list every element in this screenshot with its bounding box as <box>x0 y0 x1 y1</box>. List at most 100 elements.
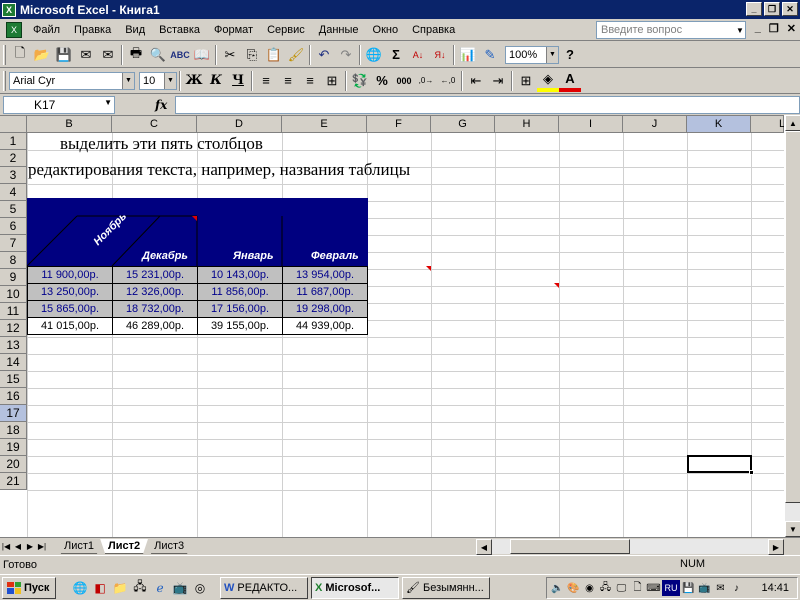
value-cell[interactable]: 19 298,00р. <box>282 300 368 318</box>
value-cell[interactable]: 15 231,00р. <box>112 266 198 284</box>
total-cell[interactable]: 44 939,00р. <box>282 317 368 335</box>
menu-tools[interactable]: Сервис <box>260 24 312 36</box>
value-cell[interactable]: 17 156,00р. <box>197 300 283 318</box>
task-word-button[interactable]: W РЕДАКТО... <box>220 576 308 599</box>
tray-app2-icon[interactable]: ◉ <box>582 580 597 596</box>
thousands-separator-button[interactable]: 000 <box>393 70 415 92</box>
row-header-3[interactable]: 3 <box>0 167 27 184</box>
value-cell[interactable]: 18 732,00р. <box>112 300 198 318</box>
value-cell[interactable]: 15 865,00р. <box>27 300 113 318</box>
font-name-dropdown-icon[interactable]: ▼ <box>122 72 134 89</box>
tray-monitor-icon[interactable]: 🖵 <box>614 580 629 596</box>
align-center-icon[interactable]: ≡ <box>277 70 299 92</box>
redo-icon[interactable]: ↷ <box>335 44 357 66</box>
spelling-icon[interactable]: ABC <box>169 44 191 66</box>
doc-restore-button[interactable]: ❐ <box>769 22 779 35</box>
quicklaunch-folder-icon[interactable]: 📁 <box>110 578 130 598</box>
first-sheet-icon[interactable]: |◀ <box>0 539 12 553</box>
font-name-select[interactable]: Arial Cyr ▼ <box>9 71 135 90</box>
last-sheet-icon[interactable]: ▶| <box>36 539 48 553</box>
zoom-select[interactable]: 100% ▼ <box>505 45 559 64</box>
worksheet-grid[interactable]: B C D E F G H I J K L 123456789101112131… <box>0 115 784 537</box>
row-header-16[interactable]: 16 <box>0 388 27 405</box>
tray-keyboard-icon[interactable]: ⌨ <box>646 580 661 596</box>
row-header-1[interactable]: 1 <box>0 133 27 150</box>
doc-close-button[interactable]: ✕ <box>787 22 796 35</box>
menu-format[interactable]: Формат <box>207 24 260 36</box>
column-header-i[interactable]: I <box>559 116 623 133</box>
volume-icon[interactable]: 🔈 <box>550 580 565 596</box>
row-header-7[interactable]: 7 <box>0 235 27 252</box>
percent-button[interactable]: % <box>371 70 393 92</box>
value-cell[interactable]: 13 954,00р. <box>282 266 368 284</box>
bold-button[interactable]: Ж <box>183 70 205 92</box>
column-header-l[interactable]: L <box>751 116 784 133</box>
merge-center-icon[interactable]: ⊞ <box>321 70 343 92</box>
task-paint-button[interactable]: 🖌 Безымянн... <box>402 576 490 599</box>
row-header-2[interactable]: 2 <box>0 150 27 167</box>
increase-decimal-icon[interactable]: ,0→ <box>415 70 437 92</box>
close-button[interactable]: ✕ <box>782 2 798 16</box>
print-preview-icon[interactable]: 🔍 <box>147 44 169 66</box>
row-header-19[interactable]: 19 <box>0 439 27 456</box>
autosum-icon[interactable]: Σ <box>385 44 407 66</box>
value-cell[interactable]: 11 687,00р. <box>282 283 368 301</box>
help-question-input[interactable]: Введите вопрос <box>596 21 746 39</box>
value-cell[interactable]: 11 900,00р. <box>27 266 113 284</box>
fill-color-icon[interactable]: ◈ <box>537 70 559 92</box>
total-cell[interactable]: 39 155,00р. <box>197 317 283 335</box>
help-dropdown-icon[interactable]: ▼ <box>734 22 746 38</box>
column-header-j[interactable]: J <box>623 116 687 133</box>
hyperlink-icon[interactable]: 🌐 <box>363 44 385 66</box>
quicklaunch-browser-icon[interactable]: 🌐 <box>70 578 90 598</box>
decrease-indent-icon[interactable]: ⇤ <box>465 70 487 92</box>
row-header-20[interactable]: 20 <box>0 456 27 473</box>
sort-ascending-icon[interactable]: A↓ <box>407 44 429 66</box>
select-all-corner[interactable] <box>0 116 27 133</box>
new-document-icon[interactable]: 🗋 <box>9 44 31 66</box>
sheet-tab-1[interactable]: Лист1 <box>56 539 102 554</box>
scroll-up-icon[interactable]: ▲ <box>785 115 800 131</box>
total-cell[interactable]: 46 289,00р. <box>112 317 198 335</box>
row-header-21[interactable]: 21 <box>0 473 27 490</box>
row-header-11[interactable]: 11 <box>0 303 27 320</box>
open-folder-icon[interactable]: 📂 <box>31 44 53 66</box>
research-icon[interactable]: 📖 <box>191 44 213 66</box>
document-icon[interactable]: X <box>6 21 22 38</box>
italic-button[interactable]: К <box>205 70 227 92</box>
formula-input[interactable] <box>175 96 800 114</box>
column-header-b[interactable]: B <box>27 116 112 133</box>
quicklaunch-ie-icon[interactable]: ℯ <box>150 578 170 598</box>
tray-app-icon[interactable]: 🎨 <box>566 580 581 596</box>
insert-function-icon[interactable]: fx <box>155 98 167 112</box>
font-size-dropdown-icon[interactable]: ▼ <box>164 72 176 89</box>
fill-handle[interactable] <box>749 470 754 475</box>
row-header-5[interactable]: 5 <box>0 201 27 218</box>
scroll-down-icon[interactable]: ▼ <box>785 521 800 537</box>
menu-data[interactable]: Данные <box>312 24 366 36</box>
menu-window[interactable]: Окно <box>366 24 406 36</box>
value-cell[interactable]: 10 143,00р. <box>197 266 283 284</box>
language-indicator[interactable]: RU <box>662 580 680 596</box>
drawing-icon[interactable]: ✎ <box>479 44 501 66</box>
underline-button[interactable]: Ч <box>227 70 249 92</box>
menu-insert[interactable]: Вставка <box>152 24 207 36</box>
comment-indicator-c5[interactable] <box>192 216 197 221</box>
horizontal-scrollbar[interactable]: ◀ ▶ <box>476 539 784 555</box>
horizontal-scroll-thumb[interactable] <box>510 539 630 554</box>
increase-indent-icon[interactable]: ⇥ <box>487 70 509 92</box>
task-excel-button[interactable]: X Microsof... <box>311 576 399 599</box>
format-painter-icon[interactable]: 🖌 <box>285 44 307 66</box>
row-header-17[interactable]: 17 <box>0 405 27 422</box>
tray-tv-icon[interactable]: 📺 <box>697 580 712 596</box>
vertical-scrollbar[interactable]: ▲ ▼ <box>784 115 800 537</box>
next-sheet-icon[interactable]: ▶ <box>24 539 36 553</box>
permission-icon[interactable]: ✉ <box>75 44 97 66</box>
row-header-4[interactable]: 4 <box>0 184 27 201</box>
restore-button[interactable]: ❐ <box>764 2 780 16</box>
row-header-6[interactable]: 6 <box>0 218 27 235</box>
row-header-9[interactable]: 9 <box>0 269 27 286</box>
doc-minimize-button[interactable]: _ <box>755 22 761 35</box>
quicklaunch-tv-icon[interactable]: 📺 <box>170 578 190 598</box>
tray-doc-icon[interactable]: 🗋 <box>630 580 645 596</box>
